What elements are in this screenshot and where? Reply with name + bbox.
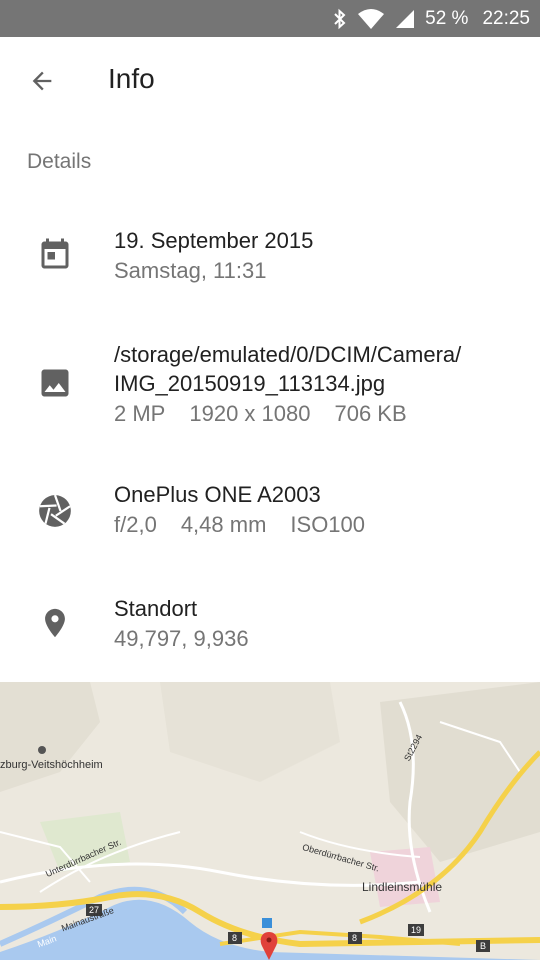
file-text: /storage/emulated/0/DCIM/Camera/ IMG_201…: [114, 340, 524, 430]
detail-row-location: Standort 49,797, 9,936: [0, 594, 540, 674]
camera-text: OnePlus ONE A2003 f/2,0 4,48 mm ISO100: [114, 480, 524, 541]
clock: 22:25: [482, 7, 530, 29]
map-label-place2: Lindleinsmühle: [362, 880, 443, 894]
map-shield-19: 19: [411, 925, 422, 935]
battery-percentage: 52 %: [425, 7, 469, 29]
bluetooth-icon: [333, 8, 347, 30]
date-secondary: Samstag, 11:31: [114, 258, 267, 283]
location-pin-icon: [36, 604, 74, 642]
date-primary: 19. September 2015: [114, 228, 314, 253]
camera-focal-length: 4,48 mm: [180, 512, 267, 537]
page-title: Info: [108, 63, 155, 94]
back-button[interactable]: [20, 59, 64, 103]
detail-row-file: /storage/emulated/0/DCIM/Camera/ IMG_201…: [0, 340, 540, 440]
map-shield-8a: 8: [232, 933, 238, 943]
map-shield-b: B: [480, 941, 487, 951]
status-bar: 52 % 22:25: [0, 0, 540, 37]
location-label: Standort: [114, 596, 198, 621]
camera-meta: f/2,0 4,48 mm ISO100: [114, 509, 524, 541]
arrow-back-icon: [32, 71, 52, 91]
location-map[interactable]: zburg-Veitshöchheim Lindleinsmühle Unter…: [0, 682, 540, 960]
file-megapixels: 2 MP: [114, 401, 166, 426]
file-size: 706 KB: [334, 401, 407, 426]
app-bar: Info: [0, 37, 540, 123]
file-resolution: 1920 x 1080: [189, 401, 311, 426]
section-header-details: Details: [27, 150, 92, 173]
map-label-place1: zburg-Veitshöchheim: [0, 759, 103, 771]
map-shield-27: 27: [89, 905, 100, 915]
location-coordinates: 49,797, 9,936: [114, 626, 249, 651]
detail-row-date: 19. September 2015 Samstag, 11:31: [0, 226, 540, 306]
file-name: IMG_20150919_113134.jpg: [114, 371, 386, 396]
camera-iso: ISO100: [290, 512, 366, 537]
calendar-icon: [36, 236, 74, 274]
camera-model: OnePlus ONE A2003: [114, 482, 321, 507]
wifi-icon: [357, 8, 385, 30]
location-text: Standort 49,797, 9,936: [114, 594, 524, 655]
camera-aperture: f/2,0: [114, 512, 157, 537]
file-path: /storage/emulated/0/DCIM/Camera/: [114, 342, 462, 367]
signal-icon: [395, 9, 415, 29]
image-icon: [36, 364, 74, 402]
date-text: 19. September 2015 Samstag, 11:31: [114, 226, 524, 287]
aperture-icon: [36, 492, 74, 530]
file-meta: 2 MP 1920 x 1080 706 KB: [114, 398, 524, 430]
detail-row-camera: OnePlus ONE A2003 f/2,0 4,48 mm ISO100: [0, 480, 540, 560]
map-shield-8b: 8: [352, 933, 358, 943]
